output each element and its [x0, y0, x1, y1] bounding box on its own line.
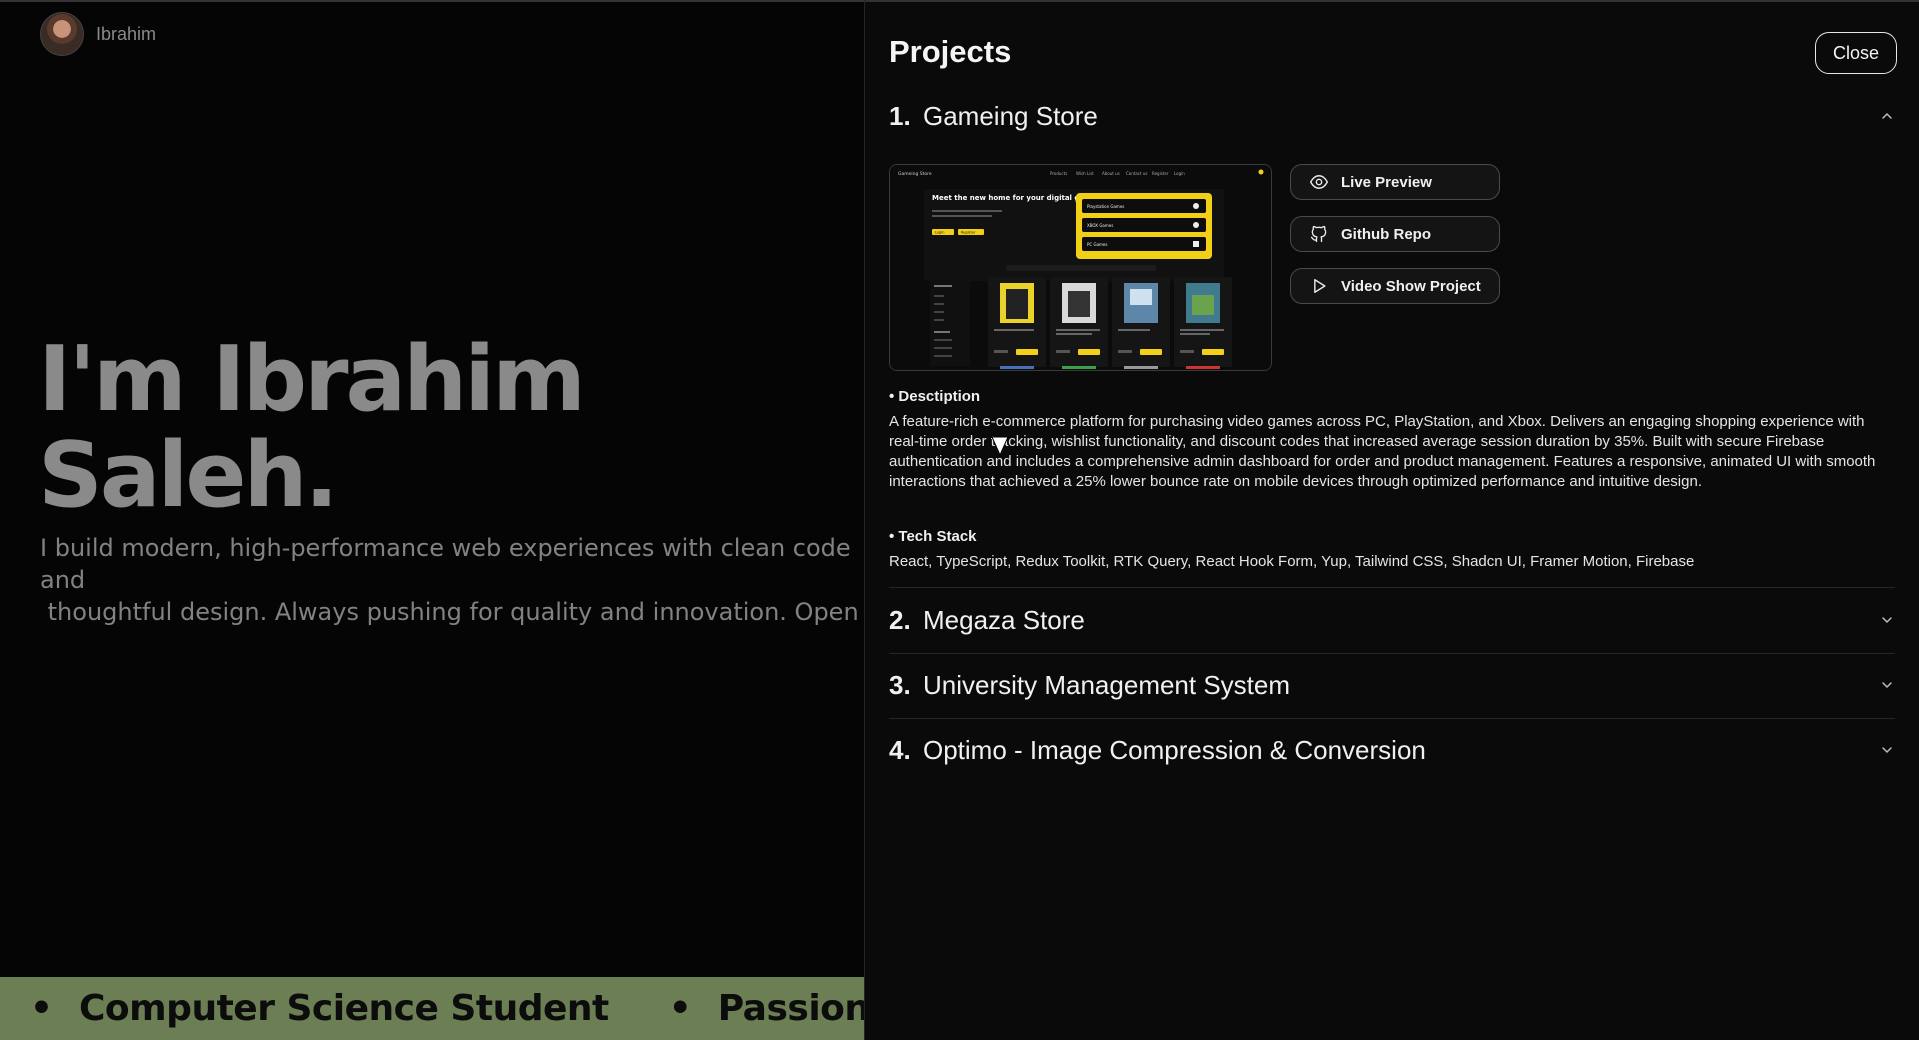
brand-name: Ibrahim — [96, 23, 157, 44]
project-header-optimo[interactable]: 4. Optimo - Image Compression & Conversi… — [889, 730, 1895, 770]
video-show-project-label: Video Show Project — [1341, 277, 1481, 295]
preview-button-label: Login — [935, 231, 944, 235]
hero-title-line1: I'm Ibrahim — [38, 327, 586, 432]
portfolio-page: Ibrahim I'm Ibrahim Saleh. I build moder… — [0, 0, 1919, 1040]
preview-platform: XBOX Games — [1087, 223, 1113, 228]
drawer-title: Projects — [889, 34, 1012, 69]
close-button[interactable]: Close — [1815, 32, 1897, 74]
preview-logo: Gameing Store — [898, 171, 932, 177]
skills-ticker: • Computer Science Student • Passionate — [0, 977, 864, 1040]
project-header-university-management[interactable]: 3. University Management System — [889, 665, 1895, 705]
preview-headline: Meet the new home for your digital games — [932, 194, 1100, 202]
divider — [889, 653, 1895, 654]
chevron-down-icon — [1882, 682, 1892, 689]
bullet-icon: • — [30, 988, 54, 1029]
github-icon — [1310, 225, 1327, 243]
preview-nav-item: About us — [1102, 171, 1120, 176]
preview-platform: Playstation Games — [1087, 204, 1124, 209]
divider — [889, 587, 1895, 588]
preview-nav-item: Contact us — [1126, 171, 1147, 176]
video-show-project-button[interactable]: Video Show Project — [1290, 268, 1500, 304]
ticker-item: • Computer Science Student — [30, 988, 639, 1029]
chevron-down-icon — [1882, 617, 1892, 624]
project-number: 3. — [889, 669, 911, 700]
brand[interactable]: Ibrahim — [40, 12, 156, 56]
live-preview-button[interactable]: Live Preview — [1290, 164, 1500, 200]
hero-title-line2: Saleh. — [38, 423, 339, 528]
preview-nav-item: Products — [1050, 171, 1067, 176]
top-border — [0, 0, 864, 2]
project-description: A feature-rich e-commerce platform for p… — [889, 413, 1876, 490]
project-number: 2. — [889, 604, 911, 635]
preview-nav-item: Wish List — [1076, 171, 1094, 176]
hero-section: Ibrahim I'm Ibrahim Saleh. I build moder… — [0, 0, 864, 1040]
project-preview-image: Gameing Store Products Wish List About u… — [889, 164, 1272, 371]
chevron-up-icon — [1882, 112, 1892, 119]
description-label: • Desctiption — [889, 388, 981, 405]
preview-nav-item: Login — [1174, 171, 1185, 176]
chevron-down-icon — [1882, 747, 1892, 754]
project-header-megaza-store[interactable]: 2. Megaza Store — [889, 600, 1895, 640]
ticker-text: Computer Science Student — [79, 988, 609, 1029]
eye-icon — [1309, 175, 1329, 189]
top-border — [865, 0, 1919, 2]
avatar — [40, 12, 84, 56]
project-number: 4. — [889, 734, 911, 765]
ticker-item: • Passionate — [669, 988, 864, 1029]
github-repo-button[interactable]: Github Repo — [1290, 216, 1500, 252]
ticker-text: Passionate — [717, 988, 864, 1029]
project-title: Gameing Store — [923, 100, 1098, 131]
tech-stack-label: • Tech Stack — [889, 528, 977, 545]
project-tech-stack: React, TypeScript, Redux Toolkit, RTK Qu… — [889, 553, 1695, 570]
project-title: Optimo - Image Compression & Conversion — [923, 734, 1426, 765]
project-title: University Management System — [923, 669, 1291, 700]
projects-drawer: Projects Close 1. Gameing Store Gameing … — [864, 0, 1919, 1040]
project-title: Megaza Store — [923, 604, 1085, 635]
github-repo-label: Github Repo — [1341, 225, 1431, 243]
preview-nav-item: Register — [1152, 171, 1169, 176]
live-preview-label: Live Preview — [1341, 173, 1432, 191]
mouse-cursor-icon — [991, 436, 1009, 457]
play-icon — [1314, 279, 1326, 293]
preview-platform: PC Games — [1087, 242, 1107, 247]
hero-subtitle: I build modern, high-performance web exp… — [40, 534, 859, 632]
project-number: 1. — [889, 100, 911, 131]
preview-illustration: Gameing Store Products Wish List About u… — [890, 165, 1271, 370]
bullet-icon: • — [668, 988, 692, 1029]
project-header-gameing-store[interactable]: 1. Gameing Store — [889, 96, 1895, 136]
hero-title: I'm Ibrahim Saleh. — [38, 332, 858, 524]
divider — [889, 718, 1895, 719]
preview-button-label: Register — [961, 231, 976, 235]
